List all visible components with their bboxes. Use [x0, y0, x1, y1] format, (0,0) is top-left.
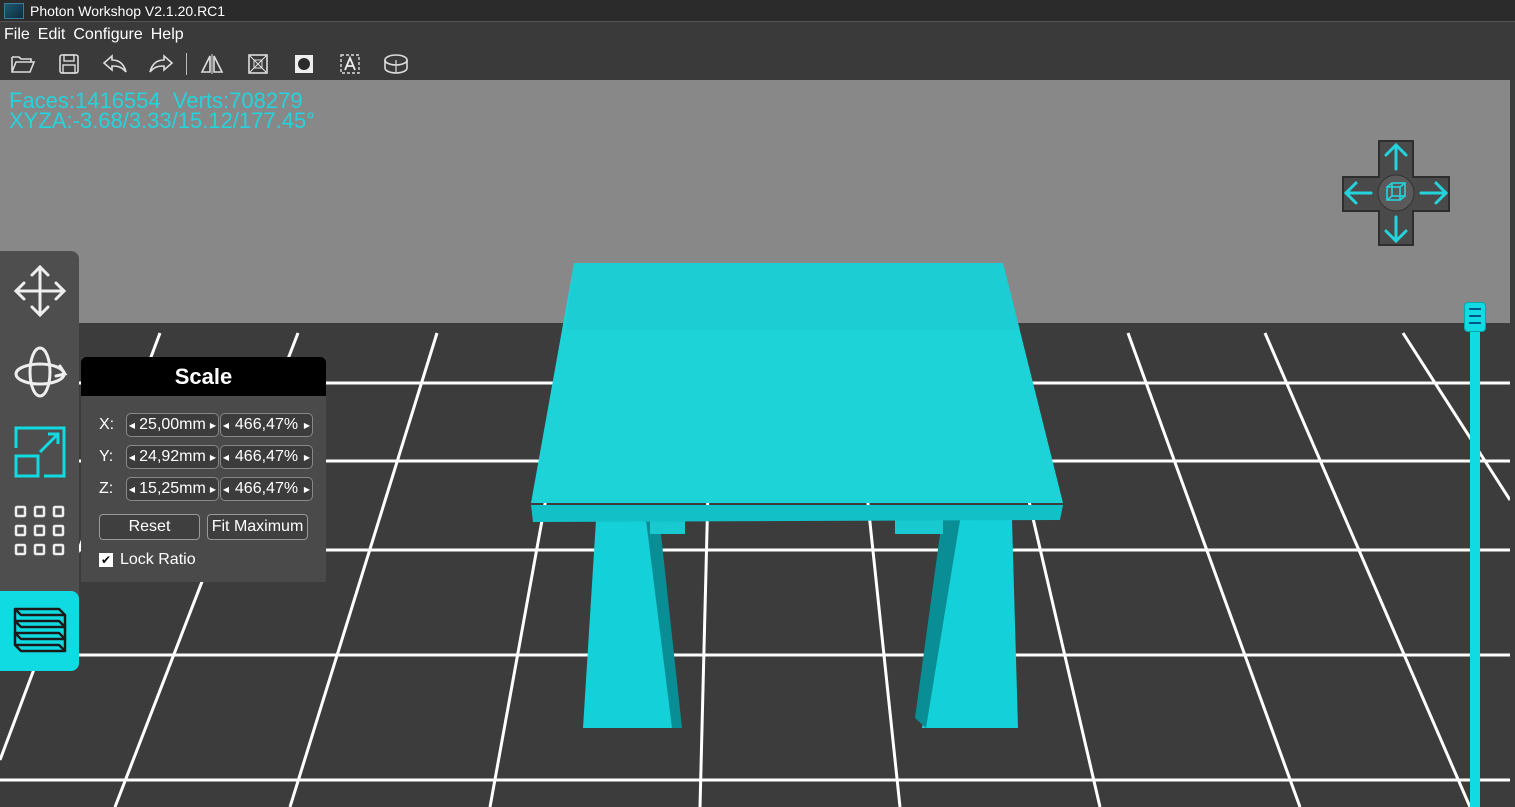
increment-arrow-icon[interactable]: ▶ [302, 453, 312, 462]
redo-icon [149, 54, 174, 73]
y-scale-percent-value: 466,47% [234, 448, 299, 465]
toolbar-separator [186, 53, 187, 75]
y-size-mm-spinbox[interactable]: ◀ 24,92mm ▶ [126, 445, 219, 469]
mirror-icon [200, 54, 224, 74]
redo-button[interactable] [138, 48, 184, 80]
scale-tool-button[interactable] [0, 421, 79, 483]
lock-ratio-checkbox[interactable]: ✔ [99, 553, 113, 567]
axis-label-x: X: [99, 416, 115, 433]
increment-arrow-icon[interactable]: ▶ [208, 453, 218, 462]
open-folder-icon [11, 56, 36, 73]
grid-array-icon [14, 505, 64, 556]
base-button[interactable] [373, 48, 419, 80]
hollow-button[interactable] [235, 48, 281, 80]
text-button[interactable] [327, 48, 373, 80]
x-scale-percent-spinbox[interactable]: ◀ 466,47% ▶ [220, 413, 313, 437]
menu-configure[interactable]: Configure [69, 26, 146, 44]
layer-slider-handle[interactable] [1464, 302, 1486, 332]
scale-row-x: X: ◀ 25,00mm ▶ ◀ 466,47% ▶ [81, 413, 313, 437]
increment-arrow-icon[interactable]: ▶ [302, 421, 312, 430]
layers-icon [13, 607, 66, 653]
photon-logo-icon [4, 2, 24, 19]
z-scale-percent-spinbox[interactable]: ◀ 466,47% ▶ [220, 477, 313, 501]
layer-slider-track[interactable] [1470, 326, 1480, 807]
rotate-tool-button[interactable] [0, 341, 79, 403]
punch-hole-icon [295, 55, 313, 73]
save-icon [59, 54, 79, 74]
lock-ratio-label: Lock Ratio [120, 551, 196, 568]
view-navigation-cube [1341, 139, 1451, 247]
z-scale-percent-value: 466,47% [234, 480, 299, 497]
x-size-mm-value: 25,00mm [139, 416, 206, 433]
increment-arrow-icon[interactable]: ▶ [208, 421, 218, 430]
undo-button[interactable] [92, 48, 138, 80]
rotate-icon [14, 346, 67, 398]
y-size-mm-value: 24,92mm [139, 448, 206, 465]
z-size-mm-spinbox[interactable]: ◀ 15,25mm ▶ [126, 477, 219, 501]
scale-panel-title: Scale [81, 357, 326, 396]
toolbar [0, 48, 1515, 80]
undo-icon [102, 54, 127, 73]
decrement-arrow-icon[interactable]: ◀ [221, 485, 231, 494]
lock-ratio-option[interactable]: ✔ Lock Ratio [99, 551, 196, 569]
decrement-arrow-icon[interactable]: ◀ [127, 421, 137, 430]
scale-row-z: Z: ◀ 15,25mm ▶ ◀ 466,47% ▶ [81, 477, 313, 501]
array-tool-button[interactable] [0, 499, 79, 561]
view-reset-cube-icon[interactable] [1377, 174, 1415, 212]
reset-button[interactable]: Reset [99, 514, 200, 540]
scale-icon [14, 426, 65, 478]
move-tool-button[interactable] [0, 261, 79, 321]
fit-maximum-button[interactable]: Fit Maximum [207, 514, 308, 540]
xyza-readout: XYZA:-3.68/3.33/15.12/177.45° [9, 108, 316, 133]
decrement-arrow-icon[interactable]: ◀ [221, 453, 231, 462]
menu-help[interactable]: Help [147, 26, 188, 44]
x-size-mm-spinbox[interactable]: ◀ 25,00mm ▶ [126, 413, 219, 437]
decrement-arrow-icon[interactable]: ◀ [221, 421, 231, 430]
y-scale-percent-spinbox[interactable]: ◀ 466,47% ▶ [220, 445, 313, 469]
scale-row-y: Y: ◀ 24,92mm ▶ ◀ 466,47% ▶ [81, 445, 313, 469]
photon-workshop-window: Photon Workshop V2.1.20.RC1 File Edit Co… [0, 0, 1515, 807]
mirror-button[interactable] [189, 48, 235, 80]
x-scale-percent-value: 466,47% [234, 416, 299, 433]
axis-label-y: Y: [99, 448, 114, 465]
decrement-arrow-icon[interactable]: ◀ [127, 485, 137, 494]
menu-edit[interactable]: Edit [34, 26, 70, 44]
axis-label-z: Z: [99, 480, 114, 497]
increment-arrow-icon[interactable]: ▶ [208, 485, 218, 494]
increment-arrow-icon[interactable]: ▶ [302, 485, 312, 494]
decrement-arrow-icon[interactable]: ◀ [127, 453, 137, 462]
base-icon [384, 54, 408, 74]
z-size-mm-value: 15,25mm [139, 480, 206, 497]
menu-file[interactable]: File [0, 26, 34, 44]
text-icon [340, 54, 360, 74]
scale-panel: Scale X: ◀ 25,00mm ▶ ◀ 466,47% ▶ Y: ◀ 24… [81, 357, 326, 582]
move-icon [13, 264, 66, 318]
punch-hole-button[interactable] [281, 48, 327, 80]
layers-tool-button[interactable] [0, 591, 79, 671]
title-bar: Photon Workshop V2.1.20.RC1 [0, 0, 1515, 22]
save-button[interactable] [46, 48, 92, 80]
menu-bar: File Edit Configure Help [0, 22, 1515, 48]
mesh-info: Faces:1416554 Verts:708279 XYZA:-3.68/3.… [9, 90, 316, 133]
hollow-icon [248, 54, 268, 74]
open-file-button[interactable] [0, 48, 46, 80]
window-title: Photon Workshop V2.1.20.RC1 [30, 2, 226, 19]
